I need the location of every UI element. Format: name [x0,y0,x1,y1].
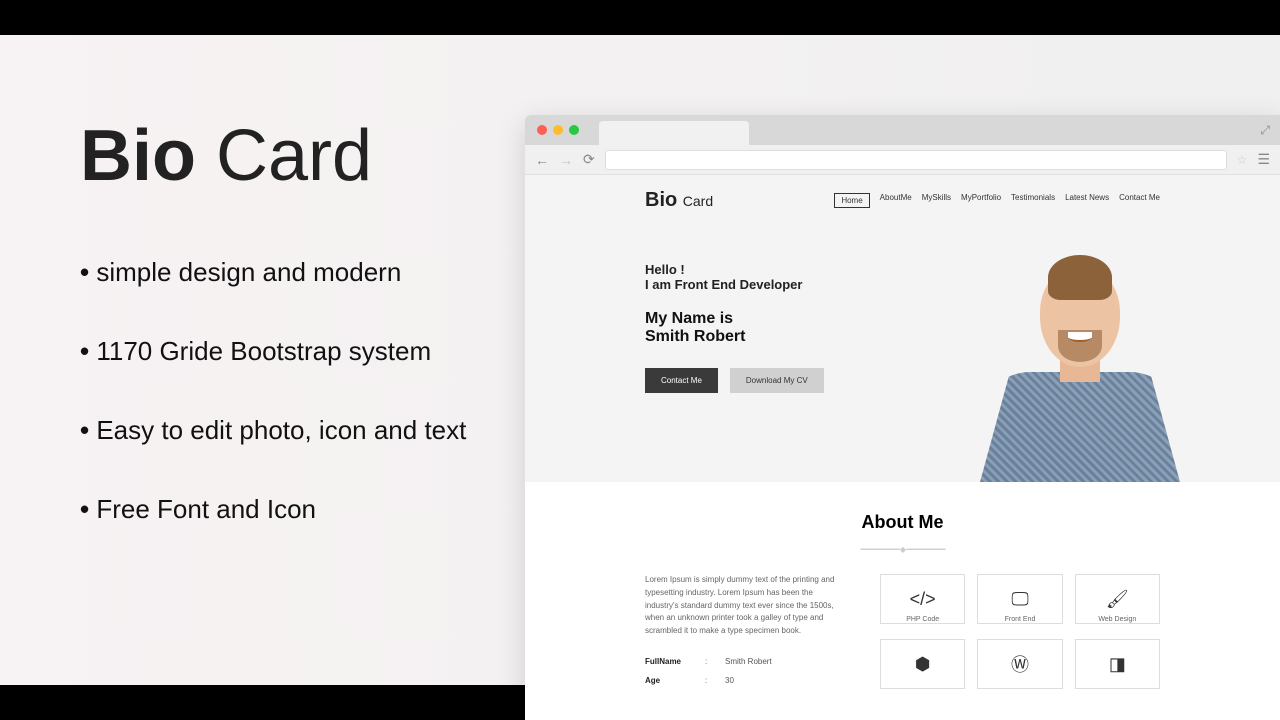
info-table: FullName : Smith Robert Age : 30 [645,656,840,688]
feature-item: 1170 Gride Bootstrap system [80,336,495,367]
site-logo[interactable]: Bio Card [645,189,713,212]
download-cv-button[interactable]: Download My CV [730,368,824,393]
about-body: Lorem Ipsum is simply dummy text of the … [645,574,1160,694]
promo-left-panel: Bio Card simple design and modern 1170 G… [0,35,525,685]
skills-grid-wrap: </>PHP Code 🖵Front End 🖌Web Design ⬢ Ⓦ ◨ [880,574,1160,694]
promo-logo: Bio Card [80,115,495,197]
skill-card[interactable]: Ⓦ [977,639,1062,689]
skill-card[interactable]: ⬢ [880,639,965,689]
feature-item: simple design and modern [80,257,495,288]
divider-icon: ━━━━━━━━━━ ◆ ━━━━━━━━━━ [645,545,1160,554]
back-icon[interactable]: ← [535,152,549,168]
about-section: About Me ━━━━━━━━━━ ◆ ━━━━━━━━━━ Lorem I… [525,482,1280,720]
skill-card[interactable]: 🖌Web Design [1075,574,1160,627]
about-paragraph: Lorem Ipsum is simply dummy text of the … [645,574,840,638]
skills-grid: </>PHP Code 🖵Front End 🖌Web Design ⬢ Ⓦ ◨ [880,574,1160,689]
info-row: Age : 30 [645,675,840,688]
info-value: Smith Robert [725,656,772,669]
logo-bold: Bio [80,116,196,196]
about-title: About Me [645,512,1160,533]
promo-image: Bio Card simple design and modern 1170 G… [0,35,1280,685]
skill-card[interactable]: ◨ [1075,639,1160,689]
logo-light: Card [196,116,372,196]
info-value: 30 [725,675,734,688]
feature-item: Free Font and Icon [80,494,495,525]
minimize-dot[interactable] [553,125,563,135]
nav-testimonials[interactable]: Testimonials [1011,193,1055,208]
nav-skills[interactable]: MySkills [922,193,951,208]
hero-portrait [980,222,1180,482]
site-header: Bio Card Home AboutMe MySkills MyPortfol… [525,175,1280,222]
browser-tabbar: ⤢ [525,115,1280,145]
hero-section: Hello ! I am Front End Developer My Name… [525,222,1280,482]
portrait-body [980,372,1180,482]
browser-tab[interactable] [599,121,749,145]
html5-icon: ⬢ [880,639,965,689]
nav-news[interactable]: Latest News [1065,193,1109,208]
portrait-smile [1068,332,1092,342]
site-nav: Home AboutMe MySkills MyPortfolio Testim… [834,193,1160,208]
nav-home[interactable]: Home [834,193,869,208]
forward-icon[interactable]: → [559,152,573,168]
wordpress-icon: Ⓦ [977,639,1062,689]
about-text-col: Lorem Ipsum is simply dummy text of the … [645,574,840,694]
skill-card[interactable]: </>PHP Code [880,574,965,627]
site-logo-light: Card [683,193,713,209]
nav-contact[interactable]: Contact Me [1119,193,1160,208]
site-logo-bold: Bio [645,189,677,211]
expand-icon[interactable]: ⤢ [1260,123,1270,138]
site-page: Bio Card Home AboutMe MySkills MyPortfol… [525,175,1280,720]
url-input[interactable] [605,150,1227,170]
browser-urlbar: ← → ⟳ ☆ ☰ [525,145,1280,175]
info-label: FullName [645,656,705,669]
feature-list: simple design and modern 1170 Gride Boot… [80,257,495,525]
contact-button[interactable]: Contact Me [645,368,718,393]
portrait-head [1040,267,1120,367]
css3-icon: ◨ [1075,639,1160,689]
skill-card[interactable]: 🖵Front End [977,574,1062,627]
nav-about[interactable]: AboutMe [880,193,912,208]
menu-icon[interactable]: ☰ [1257,151,1270,168]
info-label: Age [645,675,705,688]
letterbox-top [0,0,1280,35]
reload-icon[interactable]: ⟳ [583,151,595,168]
star-icon[interactable]: ☆ [1237,153,1248,167]
portrait-hair [1048,255,1112,300]
browser-mockup: ⤢ ← → ⟳ ☆ ☰ Bio Card Home AboutMe [525,115,1280,720]
promo-right-panel: ⤢ ← → ⟳ ☆ ☰ Bio Card Home AboutMe [525,35,1280,685]
info-row: FullName : Smith Robert [645,656,840,669]
maximize-dot[interactable] [569,125,579,135]
feature-item: Easy to edit photo, icon and text [80,415,495,446]
nav-portfolio[interactable]: MyPortfolio [961,193,1001,208]
close-dot[interactable] [537,125,547,135]
